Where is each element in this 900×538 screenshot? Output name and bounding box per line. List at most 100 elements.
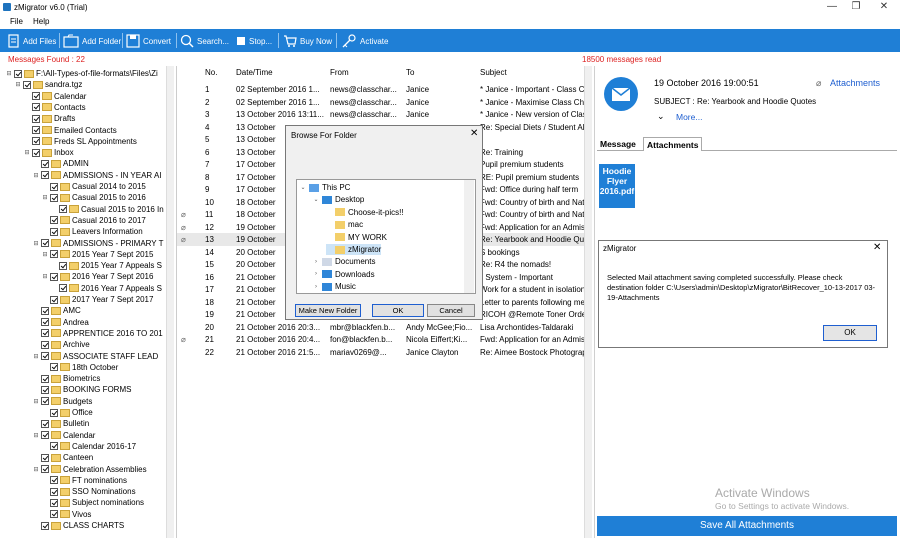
checkbox[interactable] (50, 487, 58, 496)
save-all-attachments-button[interactable]: Save All Attachments (597, 516, 897, 536)
folder-browser-item[interactable]: ⌄ Desktop (313, 194, 364, 205)
checkbox[interactable] (41, 431, 49, 440)
tree-item[interactable]: Andrea (33, 317, 89, 328)
folder-tree[interactable]: ⊟ F:\All-Types-of-file-formats\Files\Zi ⊟ s… (0, 66, 174, 538)
tree-item[interactable]: ⊟ 2015 Year 7 Sept 2015 (42, 249, 153, 260)
add-files-button[interactable]: Add Files (6, 33, 56, 49)
checkbox[interactable] (41, 419, 49, 428)
checkbox[interactable] (41, 306, 49, 315)
checkbox[interactable] (41, 521, 49, 530)
tree-item[interactable]: APPRENTICE 2016 TO 201 (33, 328, 163, 339)
expand-toggle-icon[interactable]: ⊟ (33, 353, 39, 360)
column-header-date[interactable]: Date/Time (236, 68, 273, 77)
table-row[interactable]: 20 21 October 2016 20:3... mbr@blackfen.b.… (177, 321, 592, 334)
add-folder-button[interactable]: Add Folder (63, 33, 121, 49)
folder-browser-item[interactable]: MY WORK (326, 232, 387, 243)
checkbox[interactable] (41, 239, 49, 247)
tree-item[interactable]: ⊟ ASSOCIATE STAFF LEAD (33, 351, 158, 362)
folder-browser-item[interactable]: zMigrator (326, 244, 382, 255)
tree-item[interactable]: Biometrics (33, 373, 100, 384)
checkbox[interactable] (41, 318, 49, 327)
tree-item[interactable]: BOOKING FORMS (33, 384, 131, 395)
menu-help[interactable]: Help (33, 17, 49, 26)
tree-item[interactable]: CLASS CHARTS (33, 520, 124, 531)
tree-item[interactable]: ⊟ Budgets (33, 396, 92, 407)
folder-tree-scrollbar[interactable] (166, 66, 174, 538)
tree-item[interactable]: Calendar 2016-17 (42, 441, 136, 452)
tree-item[interactable]: Leavers Information (42, 226, 143, 237)
tree-item[interactable]: 18th October (42, 362, 118, 373)
cancel-button[interactable]: Cancel (427, 304, 475, 317)
checkbox[interactable] (32, 103, 40, 112)
chevron-down-icon[interactable]: ⌄ (657, 111, 665, 122)
checkbox[interactable] (50, 250, 58, 259)
expand-toggle-icon[interactable]: ⌄ (313, 196, 319, 203)
tree-item[interactable]: ⊟ 2016 Year 7 Sept 2016 (42, 271, 153, 282)
stop-button[interactable]: Stop... (236, 33, 272, 49)
tree-item[interactable]: 2016 Year 7 Appeals S (51, 283, 162, 294)
tree-item[interactable]: Freds SL Appointments (24, 136, 137, 147)
activate-button[interactable]: Activate (341, 33, 388, 49)
column-header-from[interactable]: From (330, 68, 349, 77)
tree-item[interactable]: Contacts (24, 102, 86, 113)
column-header-to[interactable]: To (406, 68, 414, 77)
expand-toggle-icon[interactable]: ⊟ (24, 149, 30, 156)
checkbox[interactable] (50, 193, 58, 202)
checkbox[interactable] (14, 69, 22, 78)
checkbox[interactable] (50, 442, 58, 451)
tab-attachments[interactable]: Attachments (643, 137, 703, 151)
convert-button[interactable]: Convert (126, 33, 171, 49)
tree-item[interactable]: ⊟ Casual 2015 to 2016 (42, 192, 145, 203)
tree-item[interactable]: SSO Nominations (42, 486, 136, 497)
checkbox[interactable] (41, 171, 49, 180)
tree-item[interactable]: ⊟ ADMISSIONS - PRIMARY T (33, 238, 163, 249)
checkbox[interactable] (32, 126, 40, 134)
expand-toggle-icon[interactable]: ⊟ (6, 70, 12, 77)
tree-item[interactable]: Subject nominations (42, 497, 144, 508)
checkbox[interactable] (50, 227, 58, 236)
table-row[interactable]: 1 02 September 2016 1... news@classchar...… (177, 83, 592, 96)
tree-item[interactable]: Drafts (24, 113, 75, 124)
checkbox[interactable] (50, 182, 58, 191)
checkbox[interactable] (41, 385, 49, 394)
expand-toggle-icon[interactable]: ⊟ (15, 81, 21, 88)
tree-item[interactable]: Calendar (24, 91, 86, 102)
folder-browser-item[interactable]: › Music (313, 281, 356, 292)
checkbox[interactable] (23, 80, 31, 89)
checkbox[interactable] (32, 137, 40, 146)
more-link[interactable]: More... (676, 112, 702, 122)
expand-toggle-icon[interactable]: ⊟ (33, 172, 39, 179)
tab-message[interactable]: Message (597, 137, 639, 151)
close-icon[interactable]: ✕ (873, 242, 881, 253)
minimize-icon[interactable]: — (826, 1, 838, 12)
checkbox[interactable] (41, 453, 49, 462)
expand-toggle-icon[interactable]: › (313, 271, 319, 277)
search-button[interactable]: Search... (180, 33, 229, 49)
tree-item[interactable]: AMC (33, 305, 81, 316)
checkbox[interactable] (32, 114, 40, 123)
folder-browser-item[interactable]: mac (326, 219, 363, 230)
tree-item[interactable]: 2015 Year 7 Appeals S (51, 260, 162, 271)
checkbox[interactable] (32, 148, 40, 157)
checkbox[interactable] (50, 272, 58, 281)
tree-item[interactable]: Casual 2016 to 2017 (42, 215, 146, 226)
checkbox[interactable] (50, 216, 58, 225)
checkbox[interactable] (50, 498, 58, 507)
expand-toggle-icon[interactable]: ⌄ (300, 184, 306, 191)
expand-toggle-icon[interactable]: › (313, 284, 319, 290)
attachment-tile[interactable]: Hoodie Flyer 2016.pdf (599, 164, 635, 208)
expand-toggle-icon[interactable]: ⊟ (33, 466, 39, 473)
folder-browser-item[interactable]: Choose-it-pics!! (326, 207, 404, 218)
checkbox[interactable] (50, 476, 58, 485)
ok-button[interactable]: OK (372, 304, 424, 317)
expand-toggle-icon[interactable]: ⊟ (33, 240, 39, 247)
checkbox[interactable] (41, 465, 49, 473)
table-row[interactable]: ⌀ 21 21 October 2016 20:4... fon@blackfen.b… (177, 333, 592, 346)
attachments-link[interactable]: Attachments (830, 78, 880, 88)
tree-item[interactable]: ⊟ ADMISSIONS - IN YEAR AI (33, 170, 161, 181)
checkbox[interactable] (41, 329, 49, 338)
expand-toggle-icon[interactable]: ⊟ (42, 251, 48, 258)
tree-item[interactable]: Bulletin (33, 418, 89, 429)
column-header-no[interactable]: No. (205, 68, 217, 77)
close-icon[interactable]: ✕ (470, 128, 478, 139)
